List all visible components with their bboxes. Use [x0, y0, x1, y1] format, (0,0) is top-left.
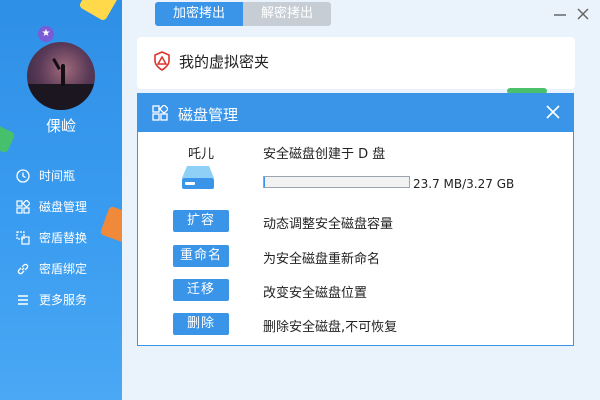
disk-management-dialog: 磁盘管理 吒儿 安全磁盘创建于 D 盘 23.7 MB/3.27 GB 扩容 动…: [137, 93, 574, 346]
rename-button[interactable]: 重命名: [173, 245, 229, 267]
star-badge-icon: ★: [38, 26, 54, 42]
sidebar-nav: 时间瓶 磁盘管理 密盾替换 密盾绑定 更多服务: [16, 160, 87, 315]
grid-icon: [16, 199, 30, 214]
disk-name: 吒儿: [188, 147, 215, 162]
menu-icon: [18, 294, 28, 305]
sidebar-item-label: 密盾绑定: [39, 262, 88, 276]
link-icon: [17, 263, 29, 274]
usage-progress-bar: [263, 176, 410, 188]
grid-icon: [152, 105, 168, 121]
decor-shape: [78, 0, 120, 22]
minimize-icon[interactable]: [552, 6, 568, 22]
sidebar-item-label: 更多服务: [39, 293, 88, 307]
usage-progress-fill: [264, 177, 266, 187]
sidebar-item-shield-bind[interactable]: 密盾绑定: [16, 253, 87, 284]
tab-encrypt-export[interactable]: 加密拷出: [155, 2, 243, 26]
sidebar-item-label: 磁盘管理: [39, 200, 88, 214]
swap-icon: [16, 230, 30, 245]
disk-drive-icon: [182, 166, 214, 189]
tab-decrypt-export[interactable]: 解密拷出: [243, 2, 331, 26]
rename-description: 为安全磁盘重新命名: [263, 252, 381, 267]
sidebar-item-label: 时间瓶: [39, 169, 76, 183]
sidebar-item-time-bottle[interactable]: 时间瓶: [16, 160, 87, 191]
sidebar-item-more-services[interactable]: 更多服务: [16, 284, 87, 315]
username: 倮崄: [45, 117, 76, 135]
sidebar-item-shield-replace[interactable]: 密盾替换: [16, 222, 87, 253]
dialog-header: 磁盘管理: [138, 94, 573, 132]
migrate-description: 改变安全磁盘位置: [263, 286, 368, 301]
disk-location: 安全磁盘创建于 D 盘: [263, 147, 386, 162]
migrate-button[interactable]: 迁移: [173, 279, 229, 301]
close-icon[interactable]: [575, 6, 591, 22]
dialog-close-icon[interactable]: [545, 104, 561, 120]
clock-icon: [16, 168, 30, 183]
sidebar: ★ 倮崄 时间瓶 磁盘管理 密盾替换 密盾绑定 更多服务: [0, 0, 122, 400]
delete-button[interactable]: 删除: [173, 313, 229, 335]
delete-description: 删除安全磁盘,不可恢复: [263, 320, 398, 335]
sidebar-item-disk-management[interactable]: 磁盘管理: [16, 191, 87, 222]
disk-size: 23.7 MB/3.27 GB: [413, 177, 515, 191]
avatar[interactable]: [27, 42, 95, 110]
expand-description: 动态调整安全磁盘容量: [263, 217, 394, 232]
decor-shape: [99, 205, 122, 245]
sidebar-item-label: 密盾替换: [39, 231, 88, 245]
dialog-title: 磁盘管理: [178, 106, 239, 124]
vault-card[interactable]: 我的虚拟密夹: [137, 37, 575, 89]
shield-logo-icon: [154, 51, 170, 71]
vault-title: 我的虚拟密夹: [179, 53, 270, 71]
tab-bar: 加密拷出 解密拷出: [155, 2, 331, 26]
expand-button[interactable]: 扩容: [173, 210, 229, 232]
